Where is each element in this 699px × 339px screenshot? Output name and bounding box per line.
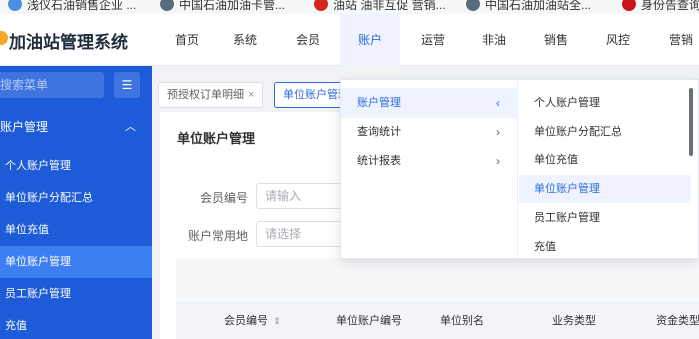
bookmark-item[interactable]: 浅仪石油销售企业 ... (8, 0, 136, 14)
submenu-item-unit-account[interactable]: 单位账户管理 (534, 175, 684, 203)
nav-item-risk[interactable]: 风控 (593, 14, 643, 66)
column-member-id[interactable]: 会员编号 ⇕ (224, 303, 281, 339)
nav-item-home[interactable]: 首页 (162, 14, 212, 66)
page-title: 单位账户管理 (177, 131, 256, 146)
chevron-right-icon: › (496, 125, 500, 139)
submenu-item-unit-allocation-summary[interactable]: 单位账户分配汇总 (534, 118, 684, 146)
sidebar: 搜索菜单 ☰ 账户管理 ︿ 个人账户管理 单位账户分配汇总 单位充值 单位账户管… (0, 66, 152, 339)
menu-item-label: 查询统计 (357, 126, 401, 138)
sidebar-item-recharge[interactable]: 充值 (0, 310, 152, 339)
account-dropdown-menu: 账户管理 ‹ 查询统计 › 统计报表 › 个人账户管理 单位账户分配汇总 单位充… (340, 79, 699, 261)
column-unit-account-id: 单位账户编号 (336, 315, 402, 327)
menu-item-query-stats[interactable]: 查询统计 › (341, 117, 518, 147)
chevron-up-icon: ︿ (125, 121, 136, 133)
nav-item-member[interactable]: 会员 (283, 14, 333, 66)
submenu-item-recharge[interactable]: 充值 (534, 233, 684, 261)
close-icon[interactable]: × (248, 89, 254, 101)
column-fund-type: 资金类型 (656, 315, 699, 327)
sidebar-group-account[interactable]: 账户管理 ︿ (0, 112, 152, 142)
tab-preauth-order-detail[interactable]: 预授权订单明细 × (158, 82, 264, 108)
column-label: 会员编号 (224, 315, 268, 327)
menu-item-stat-reports[interactable]: 统计报表 › (341, 146, 518, 176)
bookmark-item[interactable]: 中国石油加油站全... (466, 0, 591, 14)
globe-icon (160, 0, 174, 11)
bookmark-label: 油站 油非互促 营销... (333, 0, 446, 12)
column-business-type: 业务类型 (552, 315, 596, 327)
dropdown-category-list: 账户管理 ‹ 查询统计 › 统计报表 › (341, 80, 518, 260)
menu-item-label: 账户管理 (357, 97, 401, 109)
submenu-item-unit-recharge[interactable]: 单位充值 (534, 146, 684, 174)
account-location-label: 账户常用地 (187, 229, 248, 243)
sale-badge-icon (314, 0, 328, 11)
sidebar-item-personal-account[interactable]: 个人账户管理 (0, 150, 152, 182)
app-title: 加油站管理系统 (9, 33, 128, 52)
tab-label: 预授权订单明细 (167, 89, 244, 101)
sidebar-item-unit-account[interactable]: 单位账户管理 (0, 246, 152, 278)
nav-item-sales[interactable]: 销售 (531, 14, 581, 66)
top-header: 加油站管理系统 首页 系统 会员 账户 运营 非油 销售 风控 营销 (0, 14, 699, 66)
bookmark-item[interactable]: 油站 油非互促 营销... (314, 0, 446, 14)
nav-item-account[interactable]: 账户 (340, 14, 400, 66)
sidebar-item-unit-allocation-summary[interactable]: 单位账户分配汇总 (0, 182, 152, 214)
orbit-icon (8, 0, 22, 11)
submenu-item-personal-account[interactable]: 个人账户管理 (534, 89, 684, 117)
bookmarks-bar: 浅仪石油销售企业 ... 中国石油加油卡管... 油站 油非互促 营销... 中… (0, 0, 699, 14)
sidebar-item-unit-recharge[interactable]: 单位充值 (0, 214, 152, 246)
dropdown-scrollbar[interactable] (689, 88, 693, 156)
sidebar-search-input[interactable]: 搜索菜单 (0, 72, 104, 98)
bookmark-label: 中国石油加油站全... (485, 0, 592, 12)
nav-item-non-oil[interactable]: 非油 (469, 14, 519, 66)
table-area: 会员编号 ⇕ 单位账户编号 单位别名 业务类型 资金类型 (176, 258, 699, 339)
nav-item-marketing[interactable]: 营销 (656, 14, 699, 66)
chevron-right-icon: › (496, 154, 500, 168)
bookmark-item[interactable]: 身份告查询 (622, 0, 699, 14)
column-unit-alias: 单位别名 (440, 315, 484, 327)
sort-icon[interactable]: ⇕ (273, 316, 281, 326)
menu-item-label: 统计报表 (357, 155, 401, 167)
sidebar-item-employee-account[interactable]: 员工账户管理 (0, 278, 152, 310)
bookmark-label: 中国石油加油卡管... (179, 0, 286, 12)
chevron-left-icon: ‹ (496, 96, 500, 110)
bookmark-label: 浅仪石油销售企业 ... (27, 0, 137, 12)
collapse-icon[interactable]: ☰ (114, 72, 140, 98)
logo-icon (0, 31, 8, 45)
emblem-icon (622, 0, 636, 11)
table-header: 会员编号 ⇕ 单位账户编号 单位别名 业务类型 资金类型 (176, 302, 699, 339)
bookmark-label: 身份告查询 (641, 0, 699, 12)
nav-item-operation[interactable]: 运营 (408, 14, 458, 66)
nav-item-system[interactable]: 系统 (220, 14, 270, 66)
globe-icon (466, 0, 480, 11)
sidebar-group-label: 账户管理 (0, 120, 49, 134)
bookmark-item[interactable]: 中国石油加油卡管... (160, 0, 285, 14)
member-id-label: 会员编号 (199, 191, 248, 205)
submenu-item-employee-account[interactable]: 员工账户管理 (534, 204, 684, 232)
menu-item-account-management[interactable]: 账户管理 ‹ (341, 88, 518, 118)
